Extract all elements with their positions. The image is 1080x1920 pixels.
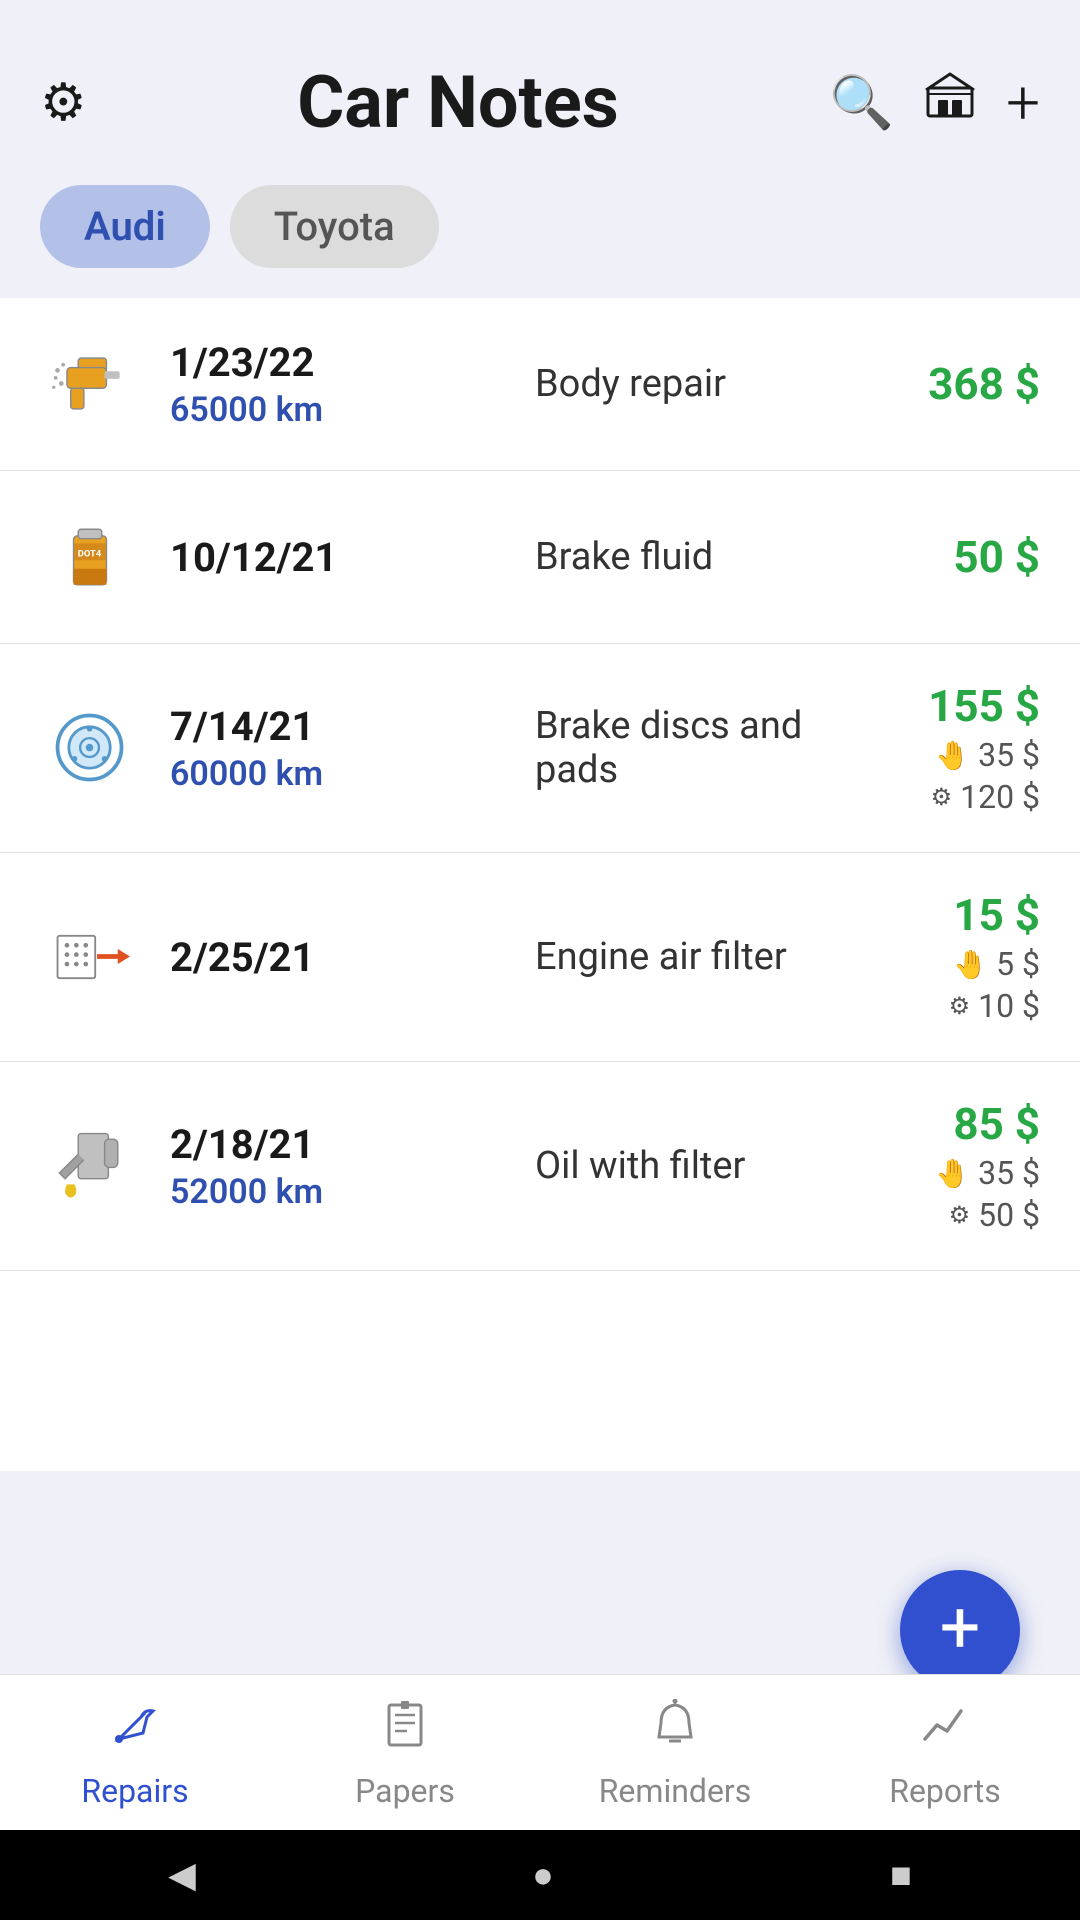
repair-item[interactable]: 7/14/21 60000 km Brake discs and pads 15… bbox=[0, 644, 1080, 853]
repair-name: Brake discs and pads bbox=[535, 704, 860, 792]
android-back-button[interactable]: ◀ bbox=[168, 1854, 196, 1896]
repair-date: 7/14/21 bbox=[170, 703, 495, 750]
labor-icon: 🤚 bbox=[935, 739, 970, 772]
repair-item[interactable]: 1/23/22 65000 km Body repair 368 $ bbox=[0, 298, 1080, 471]
repair-cost: 85 $ 🤚 35 $ ⚙ 50 $ bbox=[860, 1098, 1040, 1234]
settings-icon[interactable]: ⚙ bbox=[40, 72, 87, 133]
add-fab-button[interactable]: + bbox=[900, 1570, 1020, 1690]
repair-name: Brake fluid bbox=[535, 535, 860, 579]
car-tabs: Audi Toyota bbox=[0, 175, 1080, 298]
repair-item[interactable]: DOT4 10/12/21 Brake fluid 50 $ bbox=[0, 471, 1080, 644]
labor-icon: 🤚 bbox=[935, 1157, 970, 1190]
papers-icon bbox=[379, 1699, 431, 1764]
android-home-button[interactable]: ● bbox=[532, 1854, 554, 1896]
repair-labor-cost: 🤚 5 $ bbox=[860, 945, 1040, 983]
header-right-icons: 🔍 + bbox=[829, 67, 1040, 138]
repair-cost-total: 368 $ bbox=[860, 358, 1040, 410]
bottom-nav: Repairs Papers Reminders bbox=[0, 1674, 1080, 1830]
repair-cost: 50 $ bbox=[860, 531, 1040, 583]
repair-icon-paint bbox=[40, 334, 140, 434]
repair-km: 52000 km bbox=[170, 1172, 495, 1212]
repair-list: 1/23/22 65000 km Body repair 368 $ DOT4 … bbox=[0, 298, 1080, 1471]
parts-icon: ⚙ bbox=[931, 783, 953, 811]
repair-icon-brake bbox=[40, 698, 140, 798]
repair-item[interactable]: 2/18/21 52000 km Oil with filter 85 $ 🤚 … bbox=[0, 1062, 1080, 1271]
repair-info: 2/18/21 52000 km bbox=[170, 1121, 495, 1212]
repair-labor-cost: 🤚 35 $ bbox=[860, 1154, 1040, 1192]
search-icon[interactable]: 🔍 bbox=[829, 72, 894, 133]
repair-name: Oil with filter bbox=[535, 1144, 860, 1188]
add-header-icon[interactable]: + bbox=[1006, 67, 1040, 138]
header: ⚙ Car Notes 🔍 + bbox=[0, 0, 1080, 175]
repair-info: 7/14/21 60000 km bbox=[170, 703, 495, 794]
nav-label-reminders: Reminders bbox=[599, 1772, 752, 1810]
svg-text:DOT4: DOT4 bbox=[78, 549, 102, 560]
repair-name: Engine air filter bbox=[535, 935, 860, 979]
repair-cost-total: 50 $ bbox=[860, 531, 1040, 583]
nav-item-reminders[interactable]: Reminders bbox=[540, 1675, 810, 1830]
repair-date: 10/12/21 bbox=[170, 534, 495, 581]
repair-date: 2/18/21 bbox=[170, 1121, 495, 1168]
repair-cost: 368 $ bbox=[860, 358, 1040, 410]
repair-name: Body repair bbox=[535, 362, 860, 406]
page-title: Car Notes bbox=[87, 60, 830, 145]
reports-icon bbox=[919, 1699, 971, 1764]
android-nav-bar: ◀ ● ■ bbox=[0, 1830, 1080, 1920]
repairs-icon bbox=[109, 1699, 161, 1764]
repair-date: 2/25/21 bbox=[170, 934, 495, 981]
repair-date: 1/23/22 bbox=[170, 339, 495, 386]
android-recent-button[interactable]: ■ bbox=[890, 1854, 912, 1896]
repair-cost-total: 85 $ bbox=[860, 1098, 1040, 1150]
repair-cost-total: 155 $ bbox=[860, 680, 1040, 732]
garage-icon[interactable] bbox=[924, 70, 976, 135]
nav-label-reports: Reports bbox=[889, 1772, 1001, 1810]
repair-parts-cost: ⚙ 50 $ bbox=[860, 1196, 1040, 1234]
nav-item-papers[interactable]: Papers bbox=[270, 1675, 540, 1830]
repair-item[interactable]: 2/25/21 Engine air filter 15 $ 🤚 5 $ ⚙ 1… bbox=[0, 853, 1080, 1062]
repair-km: 60000 km bbox=[170, 754, 495, 794]
tab-audi[interactable]: Audi bbox=[40, 185, 210, 268]
repair-info: 2/25/21 bbox=[170, 934, 495, 981]
nav-item-repairs[interactable]: Repairs bbox=[0, 1675, 270, 1830]
labor-icon: 🤚 bbox=[953, 948, 988, 981]
repair-cost: 155 $ 🤚 35 $ ⚙ 120 $ bbox=[860, 680, 1040, 816]
repair-icon-fluid: DOT4 bbox=[40, 507, 140, 607]
repair-info: 10/12/21 bbox=[170, 534, 495, 581]
repair-icon-filter bbox=[40, 907, 140, 1007]
repair-info: 1/23/22 65000 km bbox=[170, 339, 495, 430]
parts-icon: ⚙ bbox=[949, 992, 971, 1020]
repair-cost: 15 $ 🤚 5 $ ⚙ 10 $ bbox=[860, 889, 1040, 1025]
repair-parts-cost: ⚙ 10 $ bbox=[860, 987, 1040, 1025]
repair-km: 65000 km bbox=[170, 390, 495, 430]
repair-icon-oil bbox=[40, 1116, 140, 1216]
repair-labor-cost: 🤚 35 $ bbox=[860, 736, 1040, 774]
repair-cost-total: 15 $ bbox=[860, 889, 1040, 941]
parts-icon: ⚙ bbox=[949, 1201, 971, 1229]
nav-label-repairs: Repairs bbox=[81, 1772, 188, 1810]
tab-toyota[interactable]: Toyota bbox=[230, 185, 439, 268]
nav-label-papers: Papers bbox=[355, 1772, 455, 1810]
reminders-icon bbox=[649, 1699, 701, 1764]
nav-item-reports[interactable]: Reports bbox=[810, 1675, 1080, 1830]
repair-parts-cost: ⚙ 120 $ bbox=[860, 778, 1040, 816]
